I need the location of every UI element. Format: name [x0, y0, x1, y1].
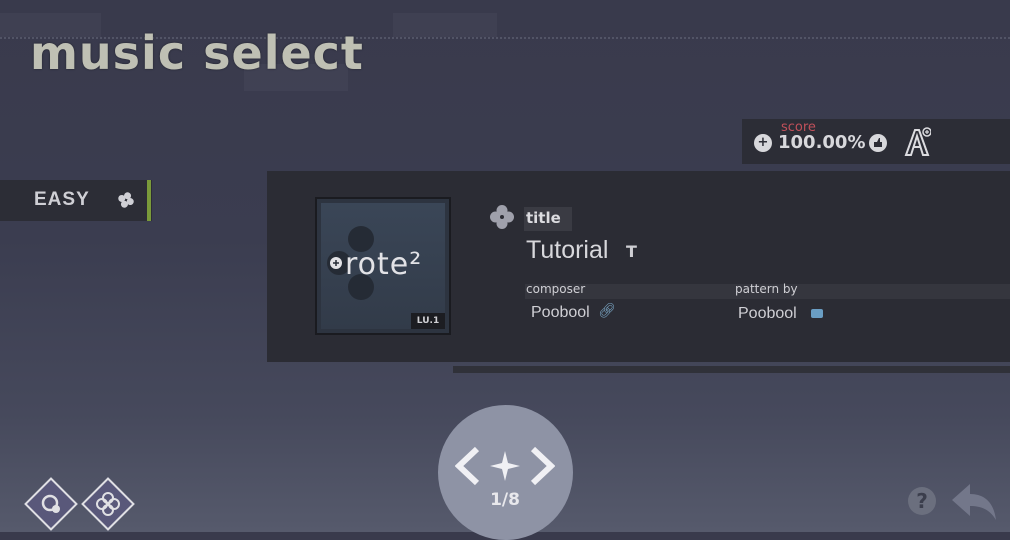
song-title: Tutorial [526, 236, 609, 264]
title-label: title [526, 209, 561, 227]
plus-circle-icon: + [754, 134, 772, 152]
score-value: 100.00% [778, 132, 866, 153]
clover-icon [96, 492, 120, 516]
rank-a-plus-icon [904, 127, 931, 156]
chat-icon[interactable] [811, 309, 823, 318]
question-icon[interactable]: ? [908, 487, 936, 515]
page-title: music select [30, 26, 364, 80]
left-right-arrows-icon [455, 446, 555, 486]
search-icon [41, 494, 60, 513]
clover-icon [490, 205, 514, 229]
clover-icon [118, 192, 134, 208]
jacket-level-badge: LU.1 [411, 313, 445, 329]
thumb-circle-icon[interactable] [869, 134, 887, 152]
song-card-shadow [453, 366, 1010, 373]
song-jacket[interactable]: rote² LU.1 [315, 197, 451, 335]
jacket-art: rote² LU.1 [321, 203, 445, 329]
pattern-by-label: pattern by [735, 282, 798, 296]
difficulty-label: EASY [34, 189, 90, 210]
font-style-icon: 𝗧 [626, 242, 637, 261]
jacket-title: rote² [345, 247, 423, 282]
pattern-by-name: Poobool [738, 305, 797, 322]
back-arrow-icon[interactable] [950, 480, 998, 522]
link-icon[interactable]: 🔗︎ [598, 303, 616, 319]
header-deco-block [393, 13, 497, 37]
difficulty-accent-bar [147, 180, 151, 221]
composer-name: Poobool [531, 304, 590, 321]
composer-label: composer [526, 282, 586, 296]
page-indicator: 1/8 [490, 490, 520, 510]
